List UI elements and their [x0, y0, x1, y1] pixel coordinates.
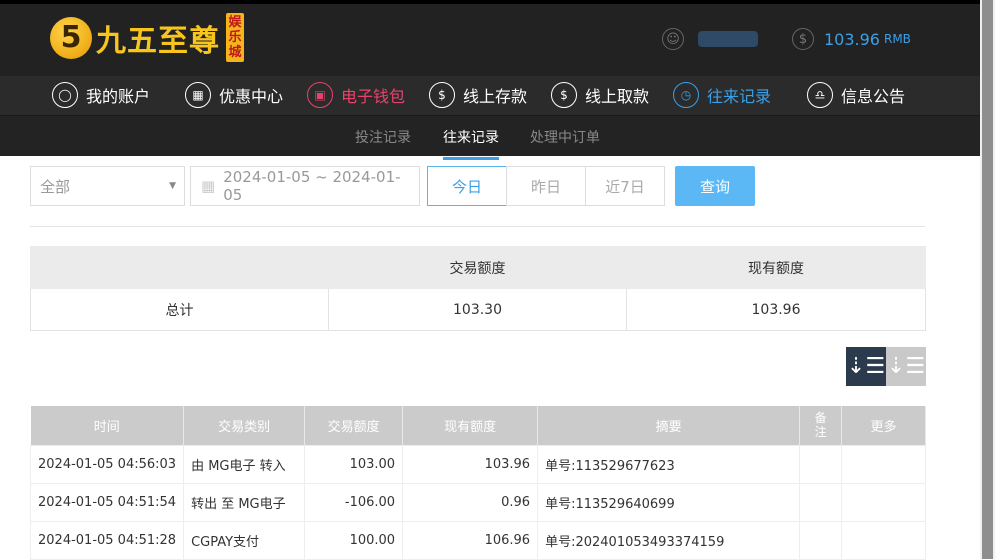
nav-label: 优惠中心 [219, 87, 284, 106]
nav-announcements[interactable]: ♎ 信息公告 [807, 82, 905, 108]
today-button[interactable]: 今日 [427, 166, 507, 206]
cell-more [841, 444, 926, 484]
cell-summary: 单号:113529677623 [537, 444, 801, 484]
user-info[interactable]: ☺ [662, 28, 758, 50]
last-7-days-button[interactable]: 近7日 [585, 166, 665, 206]
sub-nav: 投注记录 往来记录 处理中订单 [0, 116, 980, 160]
nav-promotions[interactable]: ▦ 优惠中心 [185, 82, 283, 108]
col-summary: 摘要 [537, 406, 801, 445]
type-select-value: 全部 [40, 177, 71, 196]
summary-trade: 103.30 [328, 288, 627, 331]
nav-account[interactable]: ◯ 我的账户 [52, 82, 150, 108]
cell-amount: 100.00 [304, 520, 404, 560]
cell-time: 2024-01-05 04:56:03 [29, 444, 185, 484]
cell-more [841, 520, 926, 560]
wallet-icon: ▣ [307, 82, 333, 108]
nav-label: 电子钱包 [341, 87, 406, 106]
summary-header: 现有额度 [626, 246, 926, 289]
summary-header: 交易额度 [328, 246, 627, 289]
cell-type: 由 MG电子 转入 [183, 444, 306, 484]
col-balance: 现有额度 [402, 406, 539, 445]
col-more: 更多 [841, 406, 926, 445]
summary-header [30, 246, 329, 289]
col-note: 备注 [799, 406, 843, 445]
logo-badge: 娱乐城 [226, 13, 244, 62]
cell-time: 2024-01-05 04:51:28 [29, 520, 185, 560]
cell-note [799, 482, 843, 522]
nav-wallet[interactable]: ▣ 电子钱包 [307, 82, 405, 108]
divider [30, 226, 925, 227]
logo-mark: 5 [50, 16, 92, 59]
cell-more [841, 482, 926, 522]
records-table: 时间 交易类别 交易额度 现有额度 摘要 备注 更多 2024-01-05 04… [29, 406, 926, 560]
nav-label: 线上存款 [463, 87, 528, 106]
gift-icon: ▦ [185, 82, 211, 108]
scrollbar-thumb[interactable] [982, 0, 993, 559]
cell-time: 2024-01-05 04:51:54 [29, 482, 185, 522]
currency: RMB [883, 32, 911, 46]
table-row: 2024-01-05 04:56:03 由 MG电子 转入 103.00 103.96… [29, 444, 926, 484]
table-row: 2024-01-05 04:51:28 CGPAY支付 100.00 106.96 单号… [29, 520, 926, 560]
col-type: 交易类别 [183, 406, 306, 445]
balance-value: 103.96 [824, 29, 880, 49]
nav-label: 信息公告 [841, 87, 906, 106]
summary-label: 总计 [30, 288, 329, 331]
tab-bet-records[interactable]: 投注记录 [355, 127, 411, 147]
cell-note [799, 520, 843, 560]
query-button[interactable]: 查询 [675, 166, 755, 206]
cell-balance: 103.96 [402, 444, 539, 484]
balance: $ 103.96 RMB [792, 28, 911, 50]
tab-transfer-records[interactable]: 往来记录 [443, 127, 499, 160]
table-row: 2024-01-05 04:51:54 转出 至 MG电子 -106.00 0.96 单… [29, 482, 926, 522]
withdraw-icon: $ [551, 82, 577, 108]
sort-ascending-icon[interactable]: ⇣☰ [886, 347, 926, 386]
nav-deposit[interactable]: $ 线上存款 [429, 82, 527, 108]
sort-descending-icon[interactable]: ⇣☰ [846, 347, 886, 386]
date-range-input[interactable]: ▦ 2024-01-05 ~ 2024-01-05 [190, 166, 420, 206]
cell-balance: 0.96 [402, 482, 539, 522]
nav-label: 往来记录 [707, 87, 772, 106]
caret-down-icon: ▼ [169, 181, 176, 191]
type-select[interactable]: 全部 ▼ [30, 166, 185, 206]
nav-withdraw[interactable]: $ 线上取款 [551, 82, 649, 108]
cell-summary: 单号:113529640699 [537, 482, 801, 522]
summary-table: 交易额度 现有额度 总计 103.30 103.96 [30, 246, 926, 331]
tab-pending-orders[interactable]: 处理中订单 [530, 127, 600, 147]
cell-type: 转出 至 MG电子 [183, 482, 306, 522]
logo-text: 九五至尊 [96, 23, 220, 59]
cell-balance: 106.96 [402, 520, 539, 560]
calendar-icon: ▦ [201, 177, 216, 195]
nav-label: 线上取款 [585, 87, 650, 106]
col-amount: 交易额度 [304, 406, 404, 445]
deposit-icon: $ [429, 82, 455, 108]
cell-summary: 单号:202401053493374159 [537, 520, 801, 560]
user-icon: ☺ [662, 28, 684, 50]
table-header: 时间 交易类别 交易额度 现有额度 摘要 备注 更多 [30, 406, 926, 445]
username-redacted [698, 31, 758, 47]
date-range-value: 2024-01-05 ~ 2024-01-05 [223, 168, 401, 204]
main-nav: ◯ 我的账户 ▦ 优惠中心 ▣ 电子钱包 $ 线上存款 $ 线上取款 ◷ 往来记录 ♎ 信息公… [0, 76, 980, 116]
cell-amount: -106.00 [304, 482, 404, 522]
summary-current: 103.96 [626, 288, 926, 331]
user-icon: ◯ [52, 82, 78, 108]
nav-label: 我的账户 [86, 87, 151, 106]
yesterday-button[interactable]: 昨日 [506, 166, 586, 206]
dollar-icon: $ [792, 28, 814, 50]
bell-icon: ♎ [807, 82, 833, 108]
cell-note [799, 444, 843, 484]
nav-records[interactable]: ◷ 往来记录 [673, 82, 771, 108]
cell-type: CGPAY支付 [183, 520, 306, 560]
logo[interactable]: 5 九五至尊 娱乐城 [50, 10, 244, 65]
col-time: 时间 [30, 406, 185, 445]
cell-amount: 103.00 [304, 444, 404, 484]
records-icon: ◷ [673, 82, 699, 108]
